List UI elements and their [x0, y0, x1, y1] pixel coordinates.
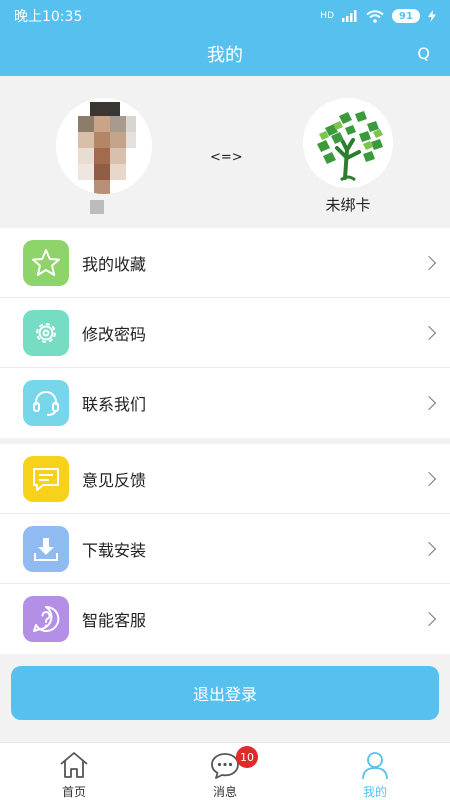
feedback-icon [23, 456, 69, 502]
page-title: 我的 [207, 45, 243, 66]
logout-button[interactable]: 退出登录 [11, 666, 439, 720]
menu-item-label: 修改密码 [82, 324, 147, 344]
chevron-right-icon [421, 471, 437, 486]
chevron-right-icon [421, 395, 437, 411]
menu-item-favorites[interactable]: 我的收藏 [0, 228, 450, 298]
username-placeholder [90, 200, 104, 214]
menu-item-download[interactable]: 下载安装 [0, 514, 450, 584]
profile-section: <=> 未绑卡 [0, 76, 450, 228]
chevron-right-icon [421, 541, 437, 556]
star-icon [23, 240, 69, 286]
menu-item-label: 我的收藏 [82, 254, 147, 274]
menu-item-smart-service[interactable]: 智能客服 [0, 584, 450, 654]
message-count-badge: 10 [236, 746, 258, 768]
tree-logo-icon [317, 111, 383, 182]
question-icon [23, 596, 69, 642]
headset-icon [23, 380, 69, 426]
card-logo[interactable] [303, 98, 393, 188]
menu-item-label: 智能客服 [82, 611, 147, 630]
charging-icon [428, 10, 436, 22]
avatar[interactable] [56, 98, 152, 194]
card-status-label: 未绑卡 [325, 196, 371, 214]
menu-item-contact-us[interactable]: 联系我们 [0, 368, 450, 438]
menu-item-change-password[interactable]: 修改密码 [0, 298, 450, 368]
chevron-right-icon [421, 611, 437, 627]
chevron-right-icon [421, 255, 437, 270]
user-icon [362, 752, 388, 780]
wifi-icon [366, 9, 384, 23]
tab-messages-label: 消息 [212, 785, 237, 799]
menu-item-label: 下载安装 [82, 540, 147, 560]
bottom-tab-bar: 首页 消息 10 我的 [0, 742, 450, 800]
menu-item-label: 联系我们 [82, 395, 147, 414]
gear-icon [23, 310, 69, 356]
tab-home-label: 首页 [61, 785, 86, 799]
bind-link-symbol: <=> [210, 150, 243, 165]
tab-home[interactable]: 首页 [14, 743, 134, 800]
app-header: 我的 Q [0, 32, 450, 76]
battery-indicator: 91 [392, 9, 420, 23]
home-icon [60, 752, 88, 778]
menu-group-primary: 我的收藏 修改密码 联系我们 [0, 228, 450, 438]
signal-icon [342, 10, 357, 22]
status-indicators: HD 91 [320, 9, 436, 23]
tab-mine-label: 我的 [362, 785, 387, 799]
menu-item-feedback[interactable]: 意见反馈 [0, 444, 450, 514]
header-action-button[interactable]: Q [417, 44, 430, 63]
tab-mine[interactable]: 我的 [315, 743, 435, 800]
tab-messages[interactable]: 消息 [165, 743, 285, 800]
status-time: 晚上10:35 [14, 9, 83, 25]
menu-item-label: 意见反馈 [82, 470, 147, 490]
download-icon [23, 526, 69, 572]
chevron-right-icon [421, 325, 437, 340]
status-bar: 晚上10:35 HD 91 [0, 0, 450, 32]
network-label: HD [320, 11, 334, 21]
menu-group-secondary: 意见反馈 下载安装 智能客服 [0, 444, 450, 654]
